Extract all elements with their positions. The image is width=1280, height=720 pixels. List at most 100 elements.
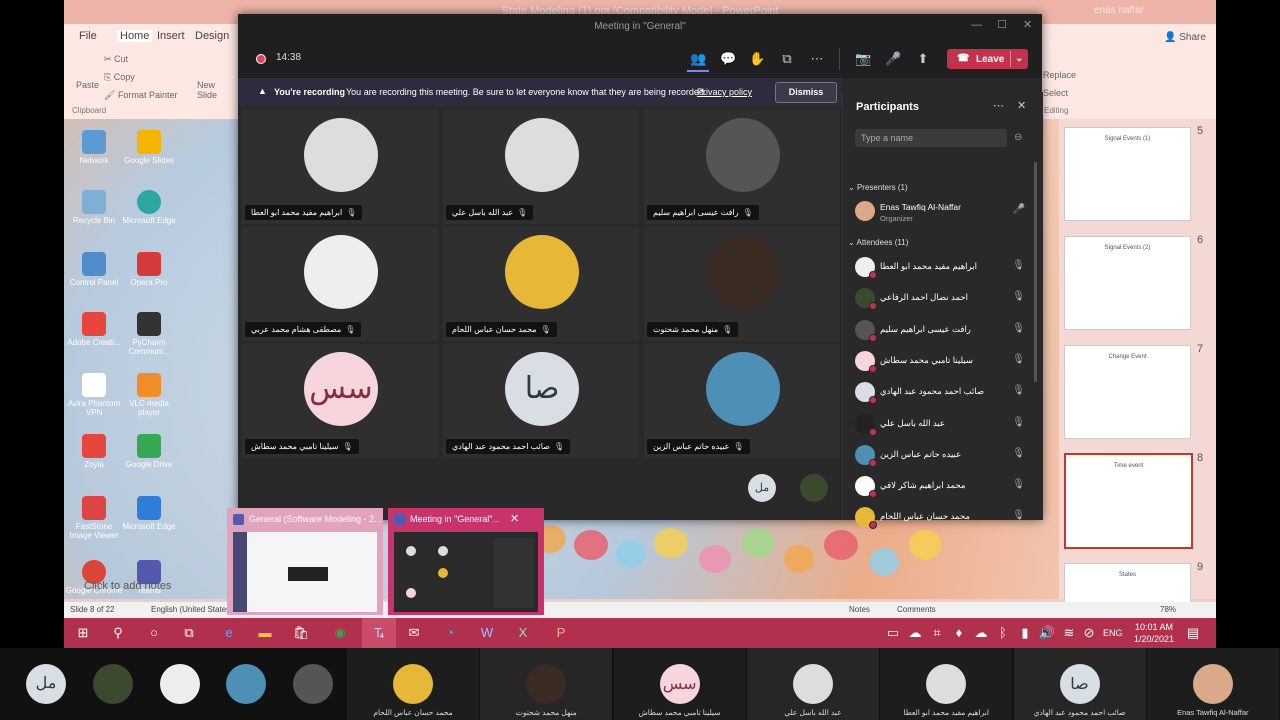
microphone-icon[interactable]: 🎤	[885, 51, 901, 67]
attendees-header[interactable]: ⌄ Attendees (11)	[848, 238, 908, 247]
tray-icon[interactable]: ⌗	[928, 624, 946, 642]
filmstrip-tile[interactable]: Enas Tawfiq Al-Naffar	[1146, 648, 1279, 720]
presenters-header[interactable]: ⌄ Presenters (1)	[848, 183, 908, 192]
video-tile[interactable]: سس سيلينا تامبي محمد سطاش 🎙	[242, 344, 438, 458]
share-button[interactable]: 👤 Share	[1164, 32, 1206, 43]
filmstrip-tile[interactable]: سس سيلينا تامبي محمد سطاش	[613, 648, 746, 720]
comments-button[interactable]: Comments	[897, 605, 936, 614]
desktop-icon-network[interactable]: Network	[64, 130, 124, 165]
language-indicator[interactable]: ENG	[1103, 628, 1123, 638]
participant-row[interactable]: عبيده حاتم عباس الزين 🎙	[855, 441, 1025, 469]
notes-placeholder[interactable]: Click to add notes	[84, 580, 171, 592]
file-explorer-icon[interactable]: ▬	[256, 624, 274, 642]
excel-icon[interactable]: X	[514, 624, 532, 642]
participant-row[interactable]: ابراهيم مفيد محمد ابو العطا 🎙	[855, 253, 1025, 281]
select-button[interactable]: Select	[1043, 88, 1068, 98]
cut-button[interactable]: ✂ Cut	[104, 54, 128, 65]
leave-button[interactable]: ☎ Leave ⌄	[947, 49, 1028, 69]
participant-row[interactable]: Enas Tawfiq Al-Naffar Organizer 🎤	[855, 197, 1025, 225]
edge-icon[interactable]: ◔	[441, 624, 459, 642]
participant-row[interactable]: احمد نضال احمد الرفاعي 🎙	[855, 284, 1025, 312]
taskbar-preview-teams-general[interactable]: General (Software Modeling - 2...	[227, 508, 383, 615]
close-icon[interactable]: ✕	[1023, 18, 1032, 31]
participant-row[interactable]: محمد حسان عباس اللحام 🎙	[855, 503, 1025, 531]
video-tile[interactable]: ابراهيم مفيد محمد ابو العطا 🎙	[242, 110, 438, 224]
avatar[interactable]: مل	[748, 474, 776, 502]
tab-home[interactable]: Home	[117, 30, 153, 42]
cortana-icon[interactable]: ○	[145, 624, 163, 642]
maximize-icon[interactable]: ☐	[997, 18, 1007, 31]
avatar[interactable]: مل	[26, 664, 66, 704]
filmstrip-tile[interactable]: منهل محمد شحتوت	[480, 648, 613, 720]
format-painter-button[interactable]: 🖌 Format Painter	[104, 90, 177, 101]
video-tile[interactable]: محمد حسان عباس اللحام 🎙	[443, 227, 639, 341]
share-screen-icon[interactable]: ⬆	[915, 51, 931, 67]
close-icon[interactable]: ✕	[510, 512, 519, 525]
notes-button[interactable]: Notes	[849, 605, 870, 614]
desktop-icon-zoyla[interactable]: Zoyla	[64, 434, 124, 469]
video-tile[interactable]: عبيده حاتم عباس الزين 🎙	[644, 344, 840, 458]
task-view-icon[interactable]: ⧉	[180, 624, 198, 642]
desktop-icon-edge[interactable]: Microsoft Edge	[119, 190, 179, 225]
slide-thumbnail-selected[interactable]: Time event	[1064, 453, 1193, 549]
windows-start-icon[interactable]: ⊞	[74, 624, 92, 642]
new-slide-button[interactable]: New Slide	[197, 80, 227, 100]
wifi-icon[interactable]: ≋	[1060, 624, 1078, 642]
video-tile[interactable]: عبد الله باسل علي 🎙	[443, 110, 639, 224]
notifications-icon[interactable]: ▤	[1184, 624, 1202, 642]
participant-row[interactable]: محمد ابراهيم شاكر لافي 🎙	[855, 472, 1025, 500]
desktop-icon-vlc[interactable]: VLC media player	[119, 373, 179, 417]
desktop-icon-pycharm[interactable]: PyCharm Communi...	[119, 312, 179, 356]
tab-design[interactable]: Design	[195, 30, 229, 42]
minimize-icon[interactable]: —	[971, 19, 982, 31]
chat-icon[interactable]: 💬	[720, 51, 736, 67]
tray-icon[interactable]: ♦	[950, 624, 968, 642]
desktop-icon-avira[interactable]: Avira Phantom VPN	[64, 373, 124, 417]
video-tile[interactable]: مصطفى هشام محمد عربي 🎙	[242, 227, 438, 341]
video-tile[interactable]: منهل محمد شحتوت 🎙	[644, 227, 840, 341]
more-options-icon[interactable]: ⋯	[993, 99, 1004, 112]
participants-icon[interactable]: 👥	[690, 51, 706, 67]
desktop-icon-opera[interactable]: Opera Pro	[119, 252, 179, 287]
video-tile[interactable]: رافت عيسى ابراهيم سليم 🎙	[644, 110, 840, 224]
copy-button[interactable]: ⎘ Copy	[104, 72, 135, 83]
replace-button[interactable]: Replace	[1043, 70, 1076, 80]
desktop-icon-google-slides[interactable]: Google Slides	[119, 130, 179, 165]
raise-hand-icon[interactable]: ✋	[749, 51, 765, 67]
desktop-icon-google-drive[interactable]: Google Drive	[119, 434, 179, 469]
dismiss-button[interactable]: Dismiss	[775, 82, 837, 103]
ie-icon[interactable]: e	[220, 624, 238, 642]
paste-button[interactable]: Paste	[76, 80, 99, 90]
privacy-policy-link[interactable]: Privacy policy	[697, 87, 752, 97]
desktop-icon-recycle-bin[interactable]: Recycle Bin	[64, 190, 124, 225]
tray-icon[interactable]: ▭	[884, 624, 902, 642]
filmstrip-tile[interactable]: ابراهيم مفيد محمد ابو العطا	[880, 648, 1013, 720]
chevron-down-icon[interactable]: ⌄	[1015, 53, 1023, 64]
participant-row[interactable]: رافت عيسى ابراهيم سليم 🎙	[855, 316, 1025, 344]
avatar[interactable]	[160, 664, 200, 704]
participant-row[interactable]: سيلينا تامبي محمد سطاش 🎙	[855, 347, 1025, 375]
word-icon[interactable]: W	[478, 624, 496, 642]
store-icon[interactable]: 🛍	[292, 624, 310, 642]
teams-icon[interactable]: T	[369, 624, 387, 642]
search-icon[interactable]: ⚲	[109, 624, 127, 642]
tray-icon[interactable]: ☁	[972, 624, 990, 642]
filmstrip-tile[interactable]: عبد الله باسل علي	[746, 648, 879, 720]
avatar[interactable]	[800, 474, 828, 502]
powerpoint-icon[interactable]: P	[552, 624, 570, 642]
chrome-icon[interactable]: ◉	[331, 624, 349, 642]
desktop-icon-faststone[interactable]: FastStone Image Viewer	[64, 496, 124, 540]
desktop-icon-edge-2[interactable]: Microsoft Edge	[119, 496, 179, 531]
close-panel-icon[interactable]: ✕	[1017, 99, 1026, 112]
mail-icon[interactable]: ✉	[405, 624, 423, 642]
scrollbar[interactable]	[1034, 162, 1037, 382]
taskbar-preview-meeting[interactable]: Meeting in "General"... ✕	[388, 508, 544, 615]
desktop-icon-control-panel[interactable]: Control Panel	[64, 252, 124, 287]
onedrive-icon[interactable]: ☁	[906, 624, 924, 642]
avatar[interactable]	[226, 664, 266, 704]
rooms-icon[interactable]: ⧉	[779, 51, 795, 67]
tray-icon[interactable]: ⊘	[1080, 624, 1098, 642]
bluetooth-icon[interactable]: ᛒ	[994, 624, 1012, 642]
more-actions-icon[interactable]: ⋯	[809, 51, 825, 67]
participant-row[interactable]: صائب احمد محمود عبد الهادي 🎙	[855, 378, 1025, 406]
